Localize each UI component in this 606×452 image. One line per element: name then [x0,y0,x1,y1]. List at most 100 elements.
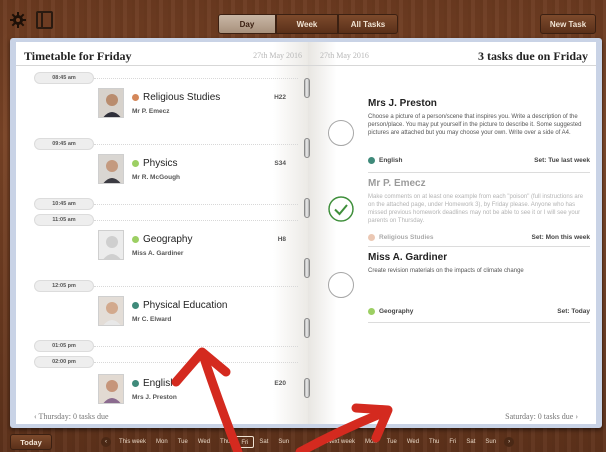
page-title: 3 tasks due on Friday [477,49,588,63]
lesson-teacher: Miss A. Gardiner [132,250,184,257]
time-divider [94,286,298,287]
subject-color-dot [368,308,375,315]
time-label: 09:45 am [34,138,94,150]
subject-color-dot [132,302,139,309]
task-set-date: Set: Tue last week [534,157,590,164]
today-button[interactable]: Today [10,434,52,450]
previous-day-link[interactable]: ‹ Thursday: 0 tasks due [34,412,109,421]
this-week-strip: ‹ This week Mon Tue Wed Thu Fri Sat Sun [98,436,294,448]
time-label: 10:45 am [34,198,94,210]
binder-ring [304,198,310,218]
binder-ring [304,318,310,338]
day-fri-selected[interactable]: Fri [235,436,255,448]
tab-all-tasks[interactable]: All Tasks [338,14,398,34]
task-subject: Religious Studies [368,234,434,241]
lesson-teacher: Mr R. McGough [132,174,181,181]
subject-color-dot [132,160,139,167]
task-item[interactable]: Miss A. Gardiner Create revision materia… [328,252,590,316]
day-wed[interactable]: Wed [193,436,215,448]
lesson-teacher: Mr P. Emecz [132,108,170,115]
task-item[interactable]: Mrs J. Preston Choose a picture of a per… [328,98,590,166]
lesson-room: H8 [277,236,286,243]
task-body: Mrs J. Preston Choose a picture of a per… [368,98,590,137]
lesson-subject: Physical Education [132,300,228,311]
tasks-page: 27th May 2016 3 tasks due on Friday Mrs … [308,42,596,424]
tab-week[interactable]: Week [276,14,338,34]
chevron-right-icon[interactable]: › [504,437,515,447]
time-divider [94,220,298,221]
day-thu[interactable]: Thu [215,436,235,448]
time-label: 01:05 pm [34,340,94,352]
task-checkbox[interactable] [328,272,354,298]
lesson-row[interactable]: English Mrs J. Preston E20 [92,374,300,414]
chevron-left-icon[interactable]: ‹ [101,437,111,447]
day-fri[interactable]: Fri [444,436,461,448]
day-sat[interactable]: Sat [461,436,480,448]
next-day-link[interactable]: Saturday: 0 tasks due › [505,412,578,421]
top-toolbar: Day Week All Tasks New Task [0,0,606,38]
subject-color-dot [132,380,139,387]
day-sun[interactable]: Sun [480,436,501,448]
subject-name: Geography [143,234,193,245]
lesson-row[interactable]: Geography Miss A. Gardiner H8 [92,230,300,270]
planner-book: Timetable for Friday 27th May 2016 08:45… [10,38,602,428]
subject-name: Physical Education [143,300,228,311]
bottom-toolbar: Today ‹ This week Mon Tue Wed Thu Fri Sa… [0,428,606,452]
time-divider [94,204,298,205]
day-sat[interactable]: Sat [254,436,273,448]
avatar [98,154,124,184]
day-mon[interactable]: Mon [360,436,382,448]
task-body: Mr P. Emecz Make comments on at least on… [368,178,590,225]
task-teacher: Mr P. Emecz [368,178,426,189]
lesson-row[interactable]: Religious Studies Mr P. Emecz H22 [92,88,300,128]
avatar [98,296,124,326]
book-icon[interactable] [36,11,53,29]
subject-color-dot [132,236,139,243]
subject-name: English [379,157,403,164]
day-tue[interactable]: Tue [382,436,402,448]
tab-day[interactable]: Day [218,14,276,34]
lesson-room: H22 [274,94,286,101]
time-label: 08:45 am [34,72,94,84]
binder-ring [304,258,310,278]
checkmark-icon[interactable] [328,196,354,222]
lesson-subject: Geography [132,234,192,245]
subject-name: Physics [143,158,178,169]
lesson-row[interactable]: Physics Mr R. McGough S34 [92,154,300,194]
task-checkbox[interactable] [328,120,354,146]
lesson-subject: Religious Studies [132,92,220,103]
task-teacher: Miss A. Gardiner [368,252,448,263]
task-body: Miss A. Gardiner Create revision materia… [368,252,590,275]
gear-icon[interactable] [10,12,26,28]
task-footer: Religious Studies Set: Mon this week [368,234,590,241]
subject-color-dot [368,234,375,241]
task-divider [368,246,590,247]
subject-name: English [143,378,176,389]
subject-name: Religious Studies [379,234,434,241]
week-label: Next week [327,439,356,445]
task-set-date: Set: Mon this week [531,234,590,241]
time-divider [94,144,298,145]
task-footer: English Set: Tue last week [368,157,590,164]
new-task-button[interactable]: New Task [540,14,596,34]
time-label: 12:05 pm [34,280,94,292]
binder-rings [302,78,314,418]
time-label: 11:05 am [34,214,94,226]
day-mon[interactable]: Mon [151,436,173,448]
day-sun[interactable]: Sun [273,436,294,448]
task-divider [368,172,590,173]
subject-color-dot [368,157,375,164]
day-tue[interactable]: Tue [173,436,193,448]
day-wed[interactable]: Wed [402,436,424,448]
subject-name: Religious Studies [143,92,221,103]
time-label: 02:00 pm [34,356,94,368]
lesson-teacher: Mrs J. Preston [132,394,177,401]
task-item[interactable]: Mr P. Emecz Make comments on at least on… [328,178,590,242]
day-thu[interactable]: Thu [424,436,444,448]
timetable-header: Timetable for Friday 27th May 2016 [16,42,308,66]
next-week-strip: Next week Mon Tue Wed Thu Fri Sat Sun › [322,436,517,448]
task-teacher: Mrs J. Preston [368,98,437,109]
lesson-row[interactable]: Physical Education Mr C. Elward [92,296,300,336]
tasks-header: 27th May 2016 3 tasks due on Friday [308,42,596,66]
task-subject: English [368,157,402,164]
